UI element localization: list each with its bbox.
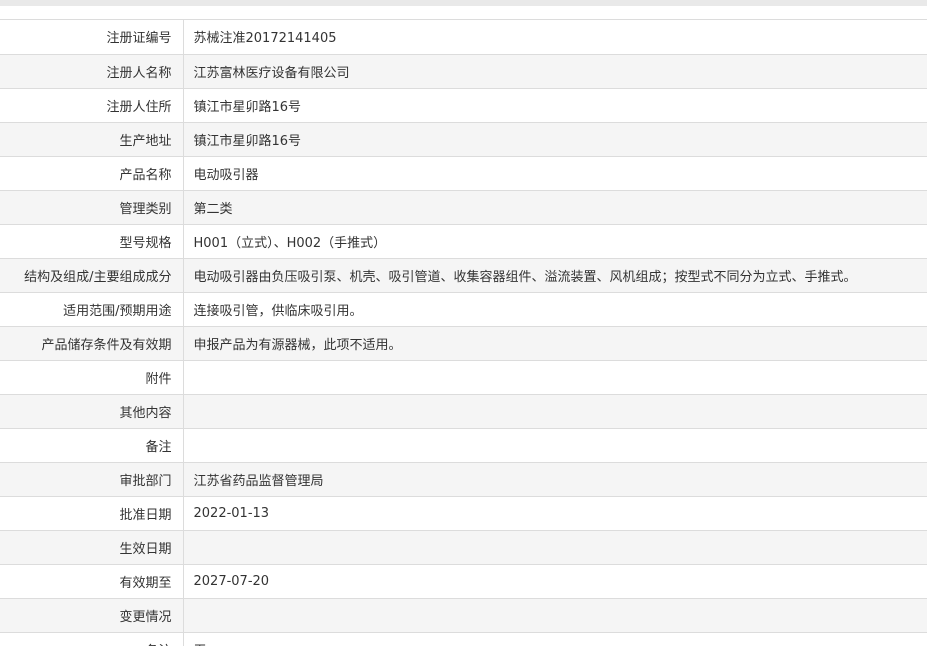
field-label: 型号规格 xyxy=(0,224,184,259)
table-row: 注册人住所 镇江市星卯路16号 xyxy=(0,88,927,123)
table-row: 有效期至 2027-07-20 xyxy=(0,564,927,599)
field-label: 生效日期 xyxy=(0,530,184,565)
field-value xyxy=(183,394,927,429)
field-label: 注册人名称 xyxy=(0,54,184,89)
table-row: 注册证编号 苏械注准20172141405 xyxy=(0,20,927,55)
field-label: 产品名称 xyxy=(0,156,184,191)
field-value: 申报产品为有源器械，此项不适用。 xyxy=(183,326,927,361)
field-label: 有效期至 xyxy=(0,564,184,599)
field-value: 江苏富林医疗设备有限公司 xyxy=(183,54,927,89)
field-label: 备注 xyxy=(0,632,184,646)
table-row: 审批部门 江苏省药品监督管理局 xyxy=(0,462,927,497)
field-label: 备注 xyxy=(0,428,184,463)
field-value: 无 xyxy=(183,632,927,646)
table-row: 批准日期 2022-01-13 xyxy=(0,496,927,531)
table-row: 其他内容 xyxy=(0,394,927,429)
field-label: 注册人住所 xyxy=(0,88,184,123)
field-value: 镇江市星卯路16号 xyxy=(183,122,927,157)
field-value: 2027-07-20 xyxy=(183,564,927,599)
field-label: 结构及组成/主要组成成分 xyxy=(0,258,184,293)
field-label: 管理类别 xyxy=(0,190,184,225)
field-value: 电动吸引器由负压吸引泵、机壳、吸引管道、收集容器组件、溢流装置、风机组成；按型式… xyxy=(183,258,927,293)
table-row: 生效日期 xyxy=(0,530,927,565)
table-row: 备注 xyxy=(0,428,927,463)
field-label: 变更情况 xyxy=(0,598,184,633)
field-label: 审批部门 xyxy=(0,462,184,497)
table-row: 备注 无 xyxy=(0,632,927,646)
registration-detail-table: 注册证编号 苏械注准20172141405 注册人名称 江苏富林医疗设备有限公司… xyxy=(0,20,927,646)
field-value: 2022-01-13 xyxy=(183,496,927,531)
field-label: 适用范围/预期用途 xyxy=(0,292,184,327)
table-row: 附件 xyxy=(0,360,927,395)
field-value: 电动吸引器 xyxy=(183,156,927,191)
field-value: 第二类 xyxy=(183,190,927,225)
table-row: 产品名称 电动吸引器 xyxy=(0,156,927,191)
table-row: 生产地址 镇江市星卯路16号 xyxy=(0,122,927,157)
field-value: 镇江市星卯路16号 xyxy=(183,88,927,123)
field-value xyxy=(183,598,927,633)
table-row: 型号规格 H001（立式）、H002（手推式） xyxy=(0,224,927,259)
table-row: 管理类别 第二类 xyxy=(0,190,927,225)
field-label: 产品储存条件及有效期 xyxy=(0,326,184,361)
field-label: 生产地址 xyxy=(0,122,184,157)
table-row: 产品储存条件及有效期 申报产品为有源器械，此项不适用。 xyxy=(0,326,927,361)
table-top-spacer xyxy=(0,6,927,20)
table-row: 变更情况 xyxy=(0,598,927,633)
field-value xyxy=(183,530,927,565)
field-value xyxy=(183,360,927,395)
table-row: 适用范围/预期用途 连接吸引管，供临床吸引用。 xyxy=(0,292,927,327)
field-label: 附件 xyxy=(0,360,184,395)
field-label: 其他内容 xyxy=(0,394,184,429)
field-value: 江苏省药品监督管理局 xyxy=(183,462,927,497)
table-row: 结构及组成/主要组成成分 电动吸引器由负压吸引泵、机壳、吸引管道、收集容器组件、… xyxy=(0,258,927,293)
field-label: 注册证编号 xyxy=(0,20,184,55)
field-label: 批准日期 xyxy=(0,496,184,531)
table-row: 注册人名称 江苏富林医疗设备有限公司 xyxy=(0,54,927,89)
field-value xyxy=(183,428,927,463)
field-value: H001（立式）、H002（手推式） xyxy=(183,224,927,259)
field-value: 苏械注准20172141405 xyxy=(183,20,927,55)
field-value: 连接吸引管，供临床吸引用。 xyxy=(183,292,927,327)
